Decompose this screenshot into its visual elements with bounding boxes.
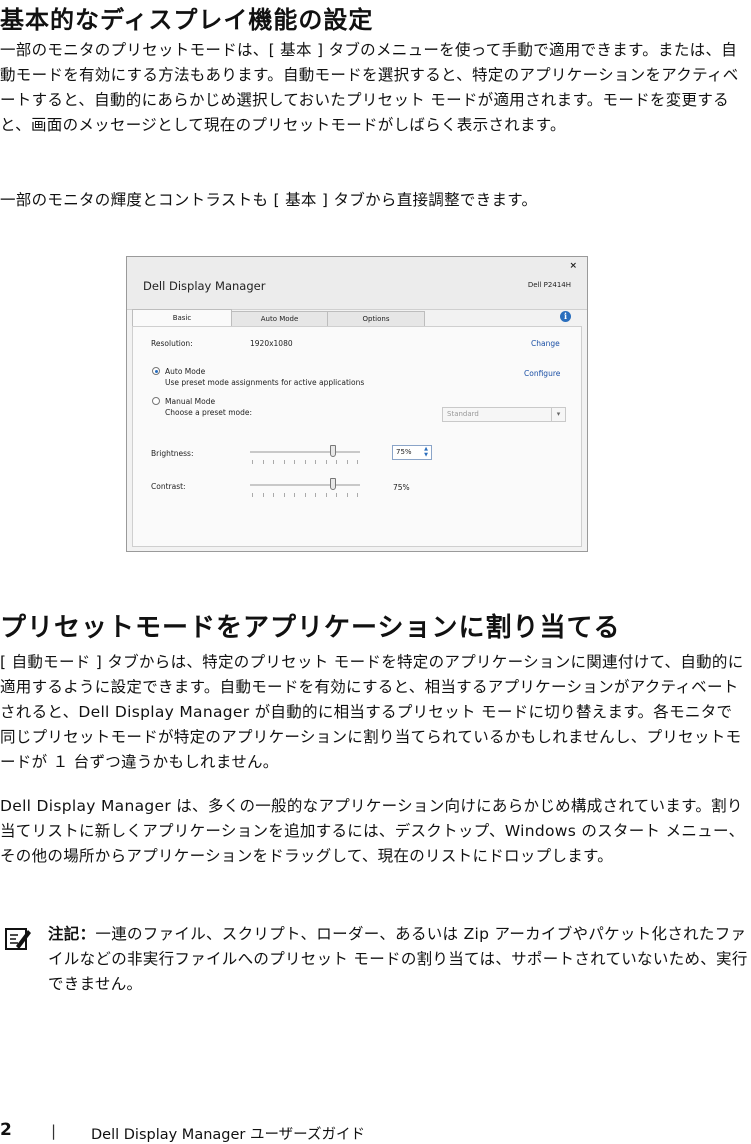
configure-link[interactable]: Configure [524,369,560,378]
section-heading-basic-display: 基本的なディスプレイ機能の設定 [0,6,374,34]
slider-tick [304,460,306,464]
preset-mode-value: Standard [447,410,479,418]
brightness-value: 75% [396,448,412,456]
close-icon[interactable]: × [569,261,577,271]
change-link[interactable]: Change [531,339,560,348]
section-heading-assign-presets: プリセットモードをアプリケーションに割り当てる [0,613,621,643]
basic-panel: Resolution: 1920x1080 Change Auto Mode U… [132,326,582,547]
contrast-slider-track[interactable] [250,484,360,486]
brightness-label: Brightness: [151,449,194,458]
paragraph-text: 一部のモニタのプリセットモードは、[ 基本 ] タブのメニューを使って手動で適用… [0,41,739,134]
slider-tick [283,493,285,497]
slider-tick [304,493,306,497]
slider-tick [336,460,337,464]
slider-tick [283,460,285,464]
manual-mode-description: Choose a preset mode: [165,408,252,417]
slider-tick [294,493,295,497]
chevron-down-icon: ▾ [551,408,565,421]
slider-tick [294,460,295,464]
paragraph-preconfigured: Dell Display Manager は、多くの一般的なアプリケーション向け… [0,794,745,869]
ddm-screenshot: Dell Display Manager Dell P2414H × Basic… [126,256,588,552]
tab-bar: Basic Auto Mode Options i [127,309,587,326]
paragraph-preset-modes: 一部のモニタのプリセットモードは、[ 基本 ] タブのメニューを使って手動で適用… [0,38,745,138]
resolution-value: 1920x1080 [250,339,293,348]
slider-tick [336,493,337,497]
slider-tick [315,493,316,497]
preset-mode-select[interactable]: Standard ▾ [442,407,566,422]
paragraph-auto-mode: [ 自動モード ] タブからは、特定のプリセット モードを特定のアプリケーション… [0,650,745,775]
contrast-label: Contrast: [151,482,186,491]
paragraph-text: 一部のモニタの輝度とコントラストも [ 基本 ] タブから直接調整できます。 [0,191,538,209]
tab-auto-mode[interactable]: Auto Mode [231,311,328,326]
slider-tick [346,493,348,497]
contrast-slider-ticks [252,493,358,497]
footer-separator: | [51,1122,57,1140]
auto-mode-description: Use preset mode assignments for active a… [165,378,365,387]
brightness-slider-ticks [252,460,358,464]
manual-mode-radio[interactable] [152,397,160,405]
contrast-value: 75% [393,483,410,492]
slider-tick [357,493,358,497]
resolution-label: Resolution: [151,339,193,348]
slider-tick [325,460,327,464]
paragraph-text: [ 自動モード ] タブからは、特定のプリセット モードを特定のアプリケーション… [0,653,744,771]
brightness-spinbox[interactable]: 75% ▲ ▼ [392,445,432,460]
pencil-note-icon [5,928,31,950]
tab-basic[interactable]: Basic [132,309,232,326]
slider-tick [325,493,327,497]
page-number: 2 [0,1120,12,1140]
slider-tick [273,460,274,464]
manual-mode-label: Manual Mode [165,397,216,406]
slider-tick [252,460,253,464]
note-text: 一連のファイル、スクリプト、ローダー、あるいは Zip アーカイブやパケット化さ… [48,925,748,993]
paragraph-brightness-contrast: 一部のモニタの輝度とコントラストも [ 基本 ] タブから直接調整できます。 [0,188,745,213]
slider-tick [273,493,274,497]
note-block: 注記：一連のファイル、スクリプト、ローダー、あるいは Zip アーカイブやパケッ… [48,922,748,997]
paragraph-text: Dell Display Manager は、多くの一般的なアプリケーション向け… [0,797,745,865]
tab-options[interactable]: Options [327,311,425,326]
monitor-model: Dell P2414H [527,281,571,289]
info-icon[interactable]: i [560,311,571,322]
auto-mode-radio[interactable] [152,367,160,375]
note-label: 注記： [48,925,96,943]
contrast-slider-thumb[interactable] [329,478,336,490]
window-header: Dell Display Manager Dell P2414H × [127,257,587,310]
slider-tick [252,493,253,497]
slider-tick [262,493,264,497]
app-title: Dell Display Manager [143,279,266,293]
brightness-slider-track[interactable] [250,451,360,453]
spin-down-icon[interactable]: ▼ [422,452,430,458]
slider-tick [357,460,358,464]
slider-tick [346,460,348,464]
slider-tick [262,460,264,464]
slider-tick [315,460,316,464]
auto-mode-label: Auto Mode [165,367,206,376]
brightness-slider-thumb[interactable] [329,445,336,457]
